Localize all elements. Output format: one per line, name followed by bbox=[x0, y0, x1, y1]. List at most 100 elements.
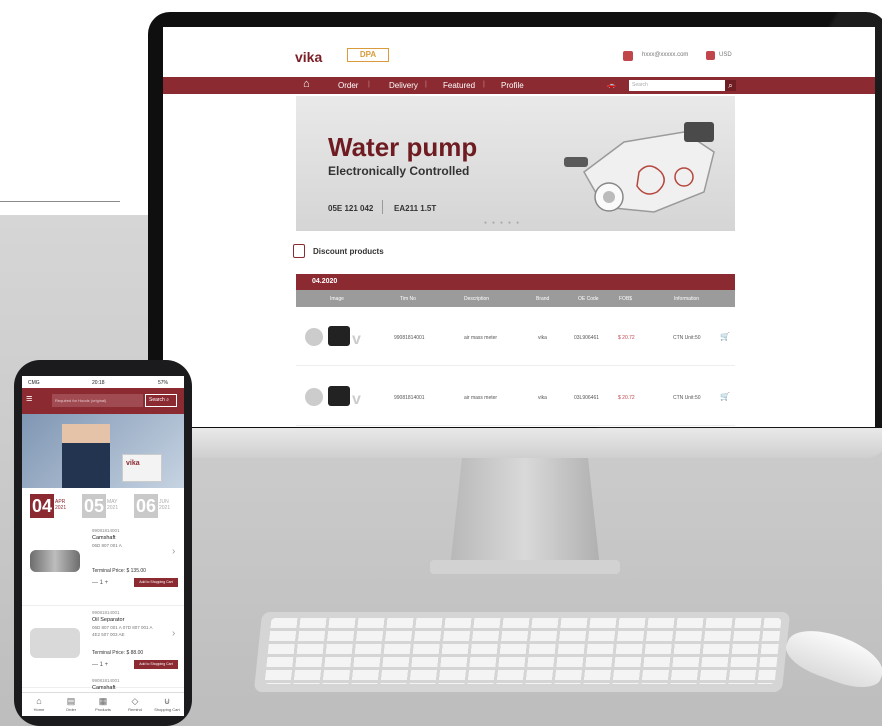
svg-text:v: v bbox=[352, 331, 361, 348]
cart-icon: ⊍ bbox=[163, 696, 171, 706]
col-tim: Tim No bbox=[400, 296, 416, 302]
bottom-tab-bar: ⌂ Home ▤ Order ▦ Products ◇ Remind ⊍ Shopping… bbox=[22, 692, 184, 716]
col-description: Description bbox=[464, 296, 490, 302]
col-image: Image bbox=[330, 296, 344, 302]
cell-info: CTN Unit:50 bbox=[673, 395, 701, 401]
cell-description: air mass meter bbox=[464, 395, 498, 401]
tab-order[interactable]: ▤ Order bbox=[56, 696, 86, 712]
car-icon[interactable]: 🚗 bbox=[607, 81, 616, 89]
carrier: CMG bbox=[28, 380, 40, 386]
table-row[interactable]: v 99081814001 air mass meter vika 03L906… bbox=[296, 308, 735, 366]
product-image bbox=[30, 550, 80, 572]
clock: 20:18 bbox=[92, 380, 105, 386]
nav-profile[interactable]: Profile bbox=[501, 81, 524, 90]
menu-icon[interactable]: ≡ bbox=[26, 394, 32, 405]
phone-hero[interactable]: vika bbox=[22, 414, 184, 488]
monitor-stand bbox=[450, 458, 600, 568]
quantity-stepper[interactable]: — 1 + bbox=[92, 580, 108, 586]
tab-products[interactable]: ▦ Products bbox=[88, 696, 118, 712]
product-oe: 06D 807 001 A bbox=[92, 543, 122, 548]
nav-delivery[interactable]: Delivery bbox=[389, 81, 418, 90]
table-header: Image Tim No Description Brand OE Code F… bbox=[296, 290, 735, 307]
nav-featured[interactable]: Featured bbox=[443, 81, 475, 90]
col-oe: OE Code bbox=[578, 296, 599, 302]
vika-logo[interactable]: vika bbox=[295, 49, 322, 65]
add-cart-icon[interactable]: 🛒 bbox=[720, 332, 730, 341]
date-selector: 04 APR 2021 05 MAY 2021 06 JUN 2021 bbox=[22, 490, 184, 524]
cell-oe: 03L906461 bbox=[574, 335, 600, 341]
cell-price: $ 20.72 bbox=[618, 395, 635, 401]
product-code: 99081814001 bbox=[92, 610, 120, 615]
phone-search-button[interactable]: Search ⌕ bbox=[145, 394, 177, 407]
cell-price: $ 20.72 bbox=[618, 335, 635, 341]
chevron-right-icon[interactable]: › bbox=[172, 546, 175, 557]
product-name: Camshaft bbox=[92, 685, 116, 691]
add-to-cart-button[interactable]: Add to Shopping Cart bbox=[134, 660, 178, 669]
banner-code-2: EA211 1.5T bbox=[394, 204, 437, 213]
add-to-cart-button[interactable]: Add to Shopping Cart bbox=[134, 578, 178, 587]
svg-text:v: v bbox=[352, 391, 361, 408]
search-input[interactable]: Search bbox=[629, 80, 725, 91]
hero-box-logo: vika bbox=[126, 460, 140, 467]
water-pump-image bbox=[564, 122, 715, 213]
chevron-right-icon[interactable]: › bbox=[172, 628, 175, 639]
phone-search-input[interactable]: Required for Hoods (original) bbox=[52, 394, 143, 407]
home-icon[interactable]: ⌂ bbox=[303, 79, 310, 90]
hero-product-box bbox=[122, 454, 162, 482]
date-tab-jun[interactable]: 06 JUN 2021 bbox=[132, 494, 180, 518]
product-code: 99081814001 bbox=[92, 528, 120, 533]
monitor-chin bbox=[148, 428, 882, 458]
home-icon: ⌂ bbox=[36, 696, 42, 706]
list-item[interactable]: 99081814001 Camshaft bbox=[22, 674, 184, 694]
monitor-stand-base bbox=[430, 560, 620, 574]
product-oe-2: 4E2 507 003 AE bbox=[92, 632, 125, 637]
site-header: vika DPA bbox=[295, 43, 735, 77]
currency-selector[interactable]: USD bbox=[719, 52, 732, 58]
tab-remind[interactable]: ◇ Remind bbox=[120, 696, 150, 712]
tab-cart[interactable]: ⊍ Shopping Cart bbox=[152, 696, 182, 712]
user-icon[interactable] bbox=[623, 51, 633, 61]
tab-home[interactable]: ⌂ Home bbox=[24, 696, 54, 712]
product-oe: 06D 807 001 A 07D 807 001 A bbox=[92, 625, 153, 630]
divider bbox=[382, 200, 383, 214]
phone-search-bar: ≡ Required for Hoods (original) Search ⌕ bbox=[22, 388, 184, 414]
discount-month: 04.2020 bbox=[296, 274, 735, 290]
cell-brand: vika bbox=[538, 395, 547, 401]
decorative-line bbox=[0, 201, 120, 202]
main-nav: ⌂ Order | Delivery | Featured | Profile … bbox=[163, 77, 875, 94]
hero-person bbox=[62, 424, 110, 488]
nav-separator: | bbox=[483, 81, 485, 88]
grid-icon: ▦ bbox=[98, 696, 108, 706]
product-name: Camshaft bbox=[92, 535, 116, 541]
add-cart-icon[interactable]: 🛒 bbox=[720, 392, 730, 401]
carousel-dots[interactable]: ●●●●● bbox=[484, 220, 524, 226]
phone-screen: CMG 20:18 57% ≡ Required for Hoods (orig… bbox=[22, 376, 184, 716]
product-price: Terminal Price: $ 88.00 bbox=[92, 650, 144, 656]
status-bar: CMG 20:18 57% bbox=[22, 376, 184, 388]
keyboard-rows bbox=[264, 618, 782, 684]
cell-oe: 03L906461 bbox=[574, 395, 600, 401]
nav-separator: | bbox=[368, 81, 370, 88]
cell-tim: 99081814001 bbox=[394, 395, 425, 401]
banner-subtitle: Electronically Controlled bbox=[328, 164, 470, 178]
cart-icon[interactable] bbox=[706, 51, 715, 60]
banner-code-1: 05E 121 042 bbox=[328, 204, 374, 213]
search-icon[interactable]: ⌕ bbox=[725, 80, 736, 91]
col-information: Information bbox=[674, 296, 700, 302]
battery: 57% bbox=[158, 380, 169, 386]
user-email[interactable]: hxxx@xxxxx.com bbox=[642, 52, 688, 58]
dpa-logo[interactable]: DPA bbox=[347, 48, 389, 62]
quantity-stepper[interactable]: — 1 + bbox=[92, 662, 108, 668]
nav-order[interactable]: Order bbox=[338, 81, 358, 90]
nav-separator: | bbox=[425, 81, 427, 88]
product-image bbox=[30, 628, 80, 658]
product-name: Oil Separator bbox=[92, 617, 125, 623]
date-tab-may[interactable]: 05 MAY 2021 bbox=[80, 494, 128, 518]
table-row[interactable]: v 99081814001 air mass meter vika 03L906… bbox=[296, 368, 735, 426]
list-item[interactable]: 99081814001 Camshaft 06D 807 001 A › Ter… bbox=[22, 524, 184, 606]
hero-banner[interactable]: Water pump Electronically Controlled 05E… bbox=[296, 96, 735, 231]
col-brand: Brand bbox=[536, 296, 550, 302]
bell-icon: ◇ bbox=[131, 696, 139, 706]
date-tab-apr[interactable]: 04 APR 2021 bbox=[28, 494, 76, 518]
product-code: 99081814001 bbox=[92, 678, 120, 683]
